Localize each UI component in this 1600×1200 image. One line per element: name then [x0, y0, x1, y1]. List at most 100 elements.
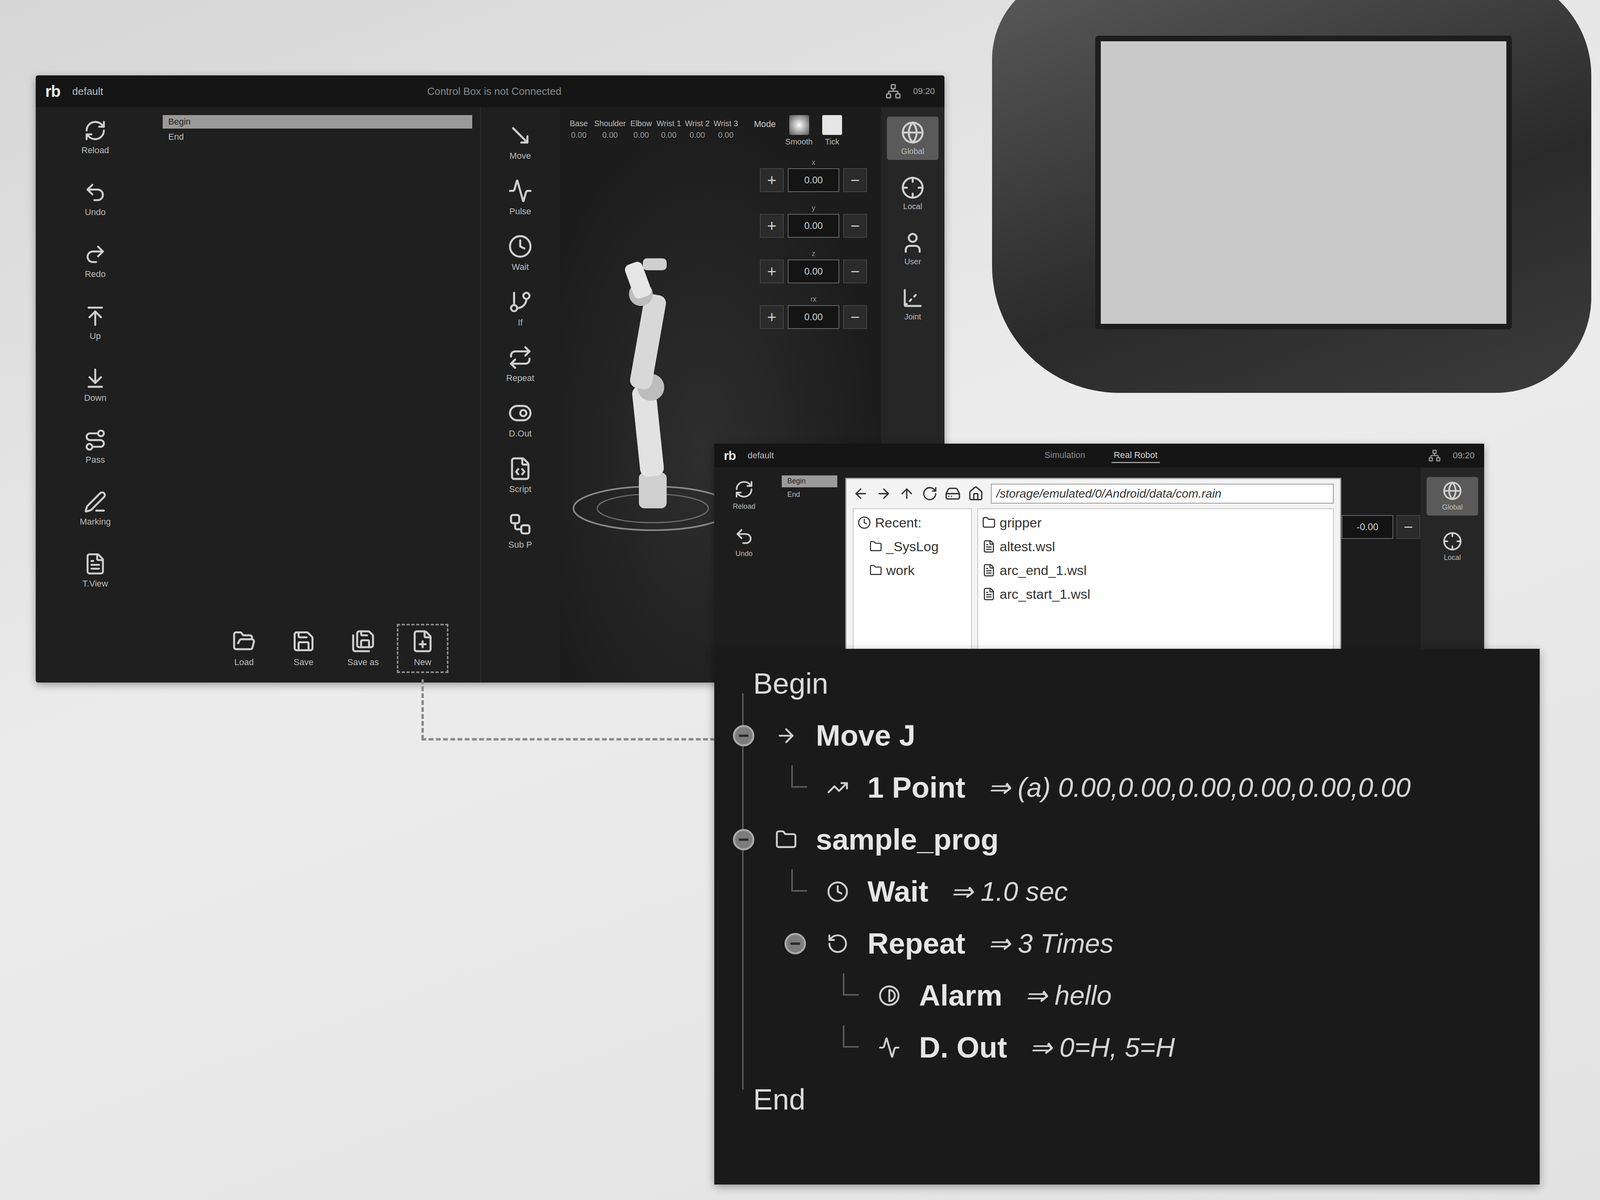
- home-icon[interactable]: [967, 485, 984, 502]
- jog-plus-button[interactable]: +: [759, 259, 784, 284]
- jog-value-field[interactable]: 0.00: [787, 213, 840, 238]
- drive-icon[interactable]: [944, 485, 961, 502]
- collapse-toggle[interactable]: [732, 725, 755, 747]
- up-button[interactable]: Up: [71, 304, 120, 342]
- undo-button[interactable]: Undo: [720, 526, 768, 558]
- tree-row[interactable]: Move J: [714, 709, 1540, 762]
- tree-row[interactable]: D. Out⇒ 0=H, 5=H: [714, 1021, 1540, 1074]
- file-item[interactable]: arc_start_1.wsl: [982, 583, 1329, 605]
- mode-option[interactable]: Tick: [822, 115, 843, 147]
- file-list: gripper altest.wslarc_end_1.wslarc_start_…: [977, 508, 1334, 657]
- pass-icon: [83, 428, 107, 452]
- program-tree: Begin Move J 1 Point⇒ (a) 0.00,0.00,0.00,0…: [714, 648, 1540, 1185]
- joint-value: Wrist 30.00: [713, 119, 739, 140]
- marking-icon: [83, 490, 107, 514]
- jog-minus-button[interactable]: −: [843, 305, 868, 329]
- tree-row[interactable]: Repeat⇒ 3 Times: [714, 917, 1540, 970]
- script-command[interactable]: Script: [496, 456, 545, 495]
- pulse-command[interactable]: Pulse: [496, 178, 545, 217]
- file-item[interactable]: arc_end_1.wsl: [982, 559, 1329, 581]
- header-bar: rbdefaultSimulationReal Robot09:20: [714, 443, 1485, 468]
- new-button[interactable]: New: [396, 623, 449, 674]
- joint-value: Shoulder0.00: [594, 119, 626, 140]
- repeat-command[interactable]: Repeat: [496, 345, 545, 384]
- user-frame-button[interactable]: User: [886, 226, 939, 271]
- connector-line: [421, 738, 716, 741]
- reload-button[interactable]: Reload: [71, 119, 120, 156]
- tree-row[interactable]: Wait⇒ 1.0 sec: [714, 865, 1540, 918]
- move-icon: [775, 724, 798, 747]
- forward-icon[interactable]: [875, 485, 892, 502]
- d-out-command[interactable]: D.Out: [496, 400, 545, 439]
- local-frame-button[interactable]: Local: [886, 171, 939, 216]
- end-row[interactable]: End: [714, 1073, 1540, 1126]
- jog-value-field[interactable]: -0.00: [1341, 515, 1394, 539]
- file-item[interactable]: altest.wsl: [982, 536, 1329, 557]
- repeat-icon: [507, 345, 533, 370]
- down-button[interactable]: Down: [71, 366, 120, 404]
- sub-p-icon: [507, 511, 533, 537]
- reload-button[interactable]: Reload: [720, 479, 768, 511]
- program-row[interactable]: End: [162, 130, 473, 144]
- up-icon[interactable]: [898, 485, 915, 502]
- tree-row[interactable]: Alarm⇒ hello: [714, 969, 1540, 1022]
- joint-frame-button[interactable]: Joint: [886, 282, 939, 326]
- jog-value-field[interactable]: 0.00: [787, 168, 840, 193]
- tree-row[interactable]: sample_prog: [714, 813, 1540, 866]
- back-icon[interactable]: [852, 485, 869, 502]
- pass-button[interactable]: Pass: [71, 428, 120, 466]
- place-item[interactable]: _SysLog: [857, 536, 968, 557]
- jog-minus-button[interactable]: −: [843, 213, 868, 238]
- tree-branch: [842, 973, 859, 996]
- jog-minus-button[interactable]: −: [843, 259, 868, 284]
- jog-value-field[interactable]: 0.00: [787, 305, 840, 329]
- if-command[interactable]: If: [496, 289, 545, 328]
- mode-option[interactable]: Smooth: [785, 115, 813, 147]
- jog-plus-button[interactable]: +: [759, 213, 784, 238]
- collapse-toggle[interactable]: [732, 828, 755, 851]
- load-button[interactable]: Load: [218, 623, 270, 674]
- refresh-icon[interactable]: [921, 485, 938, 502]
- repeat-icon: [826, 932, 849, 955]
- sub-p-command[interactable]: Sub P: [496, 511, 545, 550]
- program-row[interactable]: Begin: [162, 115, 473, 129]
- move-command[interactable]: Move: [496, 123, 545, 162]
- jog-plus-button[interactable]: +: [759, 168, 784, 193]
- jog-minus-button[interactable]: −: [843, 168, 868, 193]
- marking-button[interactable]: Marking: [71, 490, 120, 527]
- program-row[interactable]: End: [781, 488, 838, 501]
- program-list: BeginEnd: [154, 107, 481, 152]
- node-label: sample_prog: [815, 822, 999, 857]
- wait-command[interactable]: Wait: [496, 234, 545, 273]
- node-value: ⇒ hello: [1024, 979, 1112, 1012]
- place-item[interactable]: work: [857, 559, 968, 581]
- node-value: ⇒ 1.0 sec: [950, 875, 1068, 908]
- run-mode-tab[interactable]: Real Robot: [1111, 448, 1160, 464]
- local-frame-button[interactable]: Local: [1426, 527, 1479, 566]
- jog-control: x+0.00−: [753, 158, 874, 193]
- save-as-button[interactable]: Save as: [337, 623, 389, 674]
- collapse-toggle[interactable]: [784, 932, 806, 955]
- tree-row[interactable]: 1 Point⇒ (a) 0.00,0.00,0.00,0.00,0.00,0.…: [714, 761, 1540, 814]
- t-view-button[interactable]: T.View: [71, 552, 120, 589]
- jog-control: rx+0.00−: [753, 295, 874, 329]
- save-button[interactable]: Save: [277, 623, 330, 674]
- save-as-icon: [351, 629, 375, 654]
- global-frame-button[interactable]: Global: [886, 116, 939, 160]
- joint-value: Base0.00: [567, 119, 591, 140]
- path-field[interactable]: /storage/emulated/0/Android/data/com.rai…: [990, 483, 1334, 504]
- node-label: Move J: [815, 718, 916, 753]
- undo-button[interactable]: Undo: [71, 180, 120, 218]
- jog-minus-button[interactable]: −: [1396, 515, 1421, 539]
- program-row[interactable]: Begin: [781, 475, 838, 488]
- dout-icon: [878, 1036, 901, 1059]
- jog-value-field[interactable]: 0.00: [787, 259, 840, 284]
- redo-button[interactable]: Redo: [71, 242, 120, 280]
- folder-icon: [869, 540, 883, 553]
- begin-row[interactable]: Begin: [714, 657, 1540, 710]
- program-column: BeginEnd LoadSaveSave asNew: [154, 107, 481, 683]
- global-frame-button[interactable]: Global: [1426, 476, 1479, 516]
- jog-plus-button[interactable]: +: [759, 305, 784, 329]
- run-mode-tab[interactable]: Simulation: [1042, 448, 1088, 464]
- file-item[interactable]: gripper: [982, 512, 1329, 533]
